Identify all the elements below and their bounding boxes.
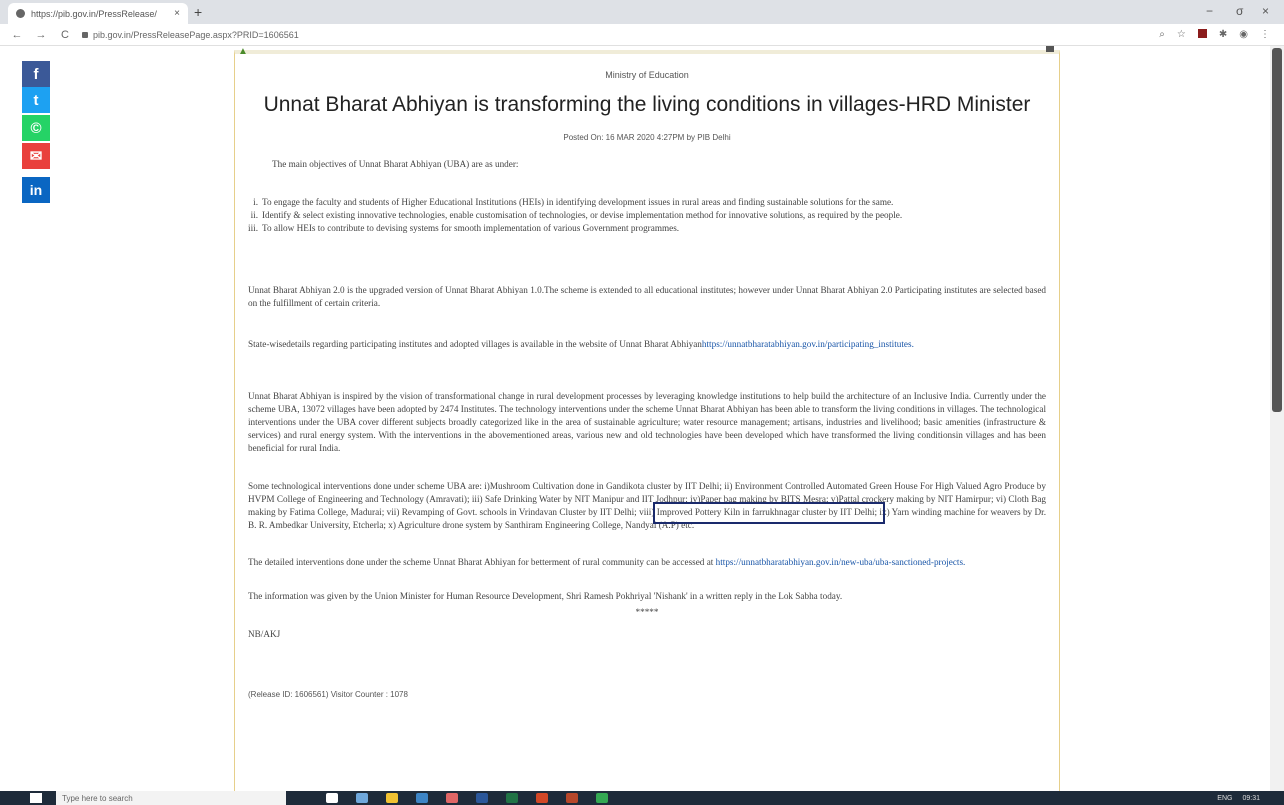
separator-stars: ***** — [635, 607, 659, 617]
tab-close-icon[interactable]: × — [174, 8, 180, 19]
detailed-paragraph: The detailed interventions done under th… — [248, 556, 1046, 569]
list-item: iii. To allow HEIs to contribute to devi… — [248, 222, 1046, 235]
pdf-extension-icon[interactable] — [1197, 29, 1207, 38]
file-explorer-icon[interactable] — [356, 793, 368, 803]
uba2-paragraph: Unnat Bharat Abhiyan 2.0 is the upgraded… — [248, 285, 1046, 308]
taskbar-search-field[interactable]: Type here to search — [56, 791, 286, 805]
acrobat-icon[interactable] — [566, 793, 578, 803]
address-bar: ← → C pib.gov.in/PressReleasePage.aspx?P… — [0, 24, 1284, 46]
page-title: Unnat Bharat Abhiyan is transforming the… — [263, 93, 1031, 116]
minimize-button[interactable]: − — [1206, 4, 1213, 18]
forward-button[interactable]: → — [34, 29, 48, 41]
list-number: i. — [253, 197, 258, 207]
font-size-icon[interactable]: ▲ — [238, 46, 248, 57]
folder-icon[interactable] — [386, 793, 398, 803]
posted-date: Posted On: 16 MAR 2020 4:27PM by PIB Del… — [563, 133, 731, 142]
clock[interactable]: 09:31 — [1242, 795, 1260, 802]
detailed-text: The detailed interventions done under th… — [248, 557, 714, 567]
word-icon[interactable] — [476, 793, 488, 803]
scrollbar-thumb[interactable] — [1272, 48, 1282, 412]
print-icon[interactable] — [1046, 46, 1054, 52]
interventions-paragraph: Some technological interventions done un… — [248, 481, 1046, 530]
taskbar-search-placeholder: Type here to search — [62, 793, 133, 803]
sanctioned-projects-link[interactable]: https://unnatbharatabhiyan.gov.in/new-ub… — [716, 557, 966, 567]
info-paragraph: The information was given by the Union M… — [248, 591, 843, 601]
back-button[interactable]: ← — [10, 29, 24, 41]
state-details-text: State-wisedetails regarding participatin… — [248, 339, 702, 349]
email-share-button[interactable]: ✉ — [22, 143, 50, 169]
extension-icons: ⌕ ☆ ✱ ◉ ⋮ — [1159, 29, 1270, 40]
edge-icon[interactable] — [416, 793, 428, 803]
list-item: i. To engage the faculty and students of… — [248, 196, 1046, 209]
twitter-share-button[interactable]: t — [22, 87, 50, 113]
tab-title: https://pib.gov.in/PressRelease/ — [31, 8, 157, 19]
new-tab-button[interactable]: + — [194, 4, 202, 20]
powerpoint-icon[interactable] — [536, 793, 548, 803]
state-details-paragraph: State-wisedetails regarding participatin… — [248, 338, 1046, 351]
whatsapp-icon: © — [30, 119, 42, 137]
task-view-icon[interactable] — [326, 793, 338, 803]
windows-start-icon[interactable] — [30, 793, 42, 803]
system-tray: ENG 09:31 — [1217, 791, 1260, 805]
bookmark-star-icon[interactable]: ☆ — [1177, 29, 1186, 40]
language-indicator[interactable]: ENG — [1217, 795, 1232, 802]
list-text: To allow HEIs to contribute to devising … — [262, 223, 680, 233]
list-number: ii. — [250, 210, 258, 220]
reload-button[interactable]: C — [58, 29, 72, 41]
objectives-intro: The main objectives of Unnat Bharat Abhi… — [272, 159, 519, 169]
linkedin-share-button[interactable]: in — [22, 177, 50, 203]
ministry-label: Ministry of Education — [605, 70, 689, 80]
browser-tab-bar: https://pib.gov.in/PressRelease/ × + − σ… — [0, 0, 1284, 24]
excel-icon[interactable] — [506, 793, 518, 803]
twitter-icon: t — [33, 91, 39, 109]
facebook-icon: f — [33, 65, 39, 83]
url-field[interactable]: pib.gov.in/PressReleasePage.aspx?PRID=16… — [82, 30, 299, 40]
browser-tab[interactable]: https://pib.gov.in/PressRelease/ × — [8, 3, 188, 24]
windows-taskbar: Type here to search ENG 09:31 — [0, 791, 1284, 805]
menu-kebab-icon[interactable]: ⋮ — [1260, 29, 1270, 40]
zoom-icon[interactable]: ⌕ — [1159, 29, 1165, 40]
lock-icon — [82, 31, 88, 38]
signoff: NB/AKJ — [248, 629, 281, 639]
list-item: ii. Identify & select existing innovativ… — [248, 209, 1046, 222]
objectives-list: i. To engage the faculty and students of… — [248, 196, 1046, 235]
store-icon[interactable] — [446, 793, 458, 803]
release-id: (Release ID: 1606561) Visitor Counter : … — [248, 690, 408, 699]
participating-institutes-link[interactable]: https://unnatbharatabhiyan.gov.in/partic… — [702, 339, 914, 349]
list-text: Identify & select existing innovative te… — [262, 210, 903, 220]
facebook-share-button[interactable]: f — [22, 61, 50, 87]
list-text: To engage the faculty and students of Hi… — [262, 197, 894, 207]
maximize-button[interactable]: σ — [1236, 4, 1243, 18]
close-window-button[interactable]: × — [1262, 4, 1269, 18]
list-number: iii. — [248, 223, 258, 233]
site-favicon-icon — [16, 9, 25, 18]
whatsapp-share-button[interactable]: © — [22, 115, 50, 141]
inspired-paragraph: Unnat Bharat Abhiyan is inspired by the … — [248, 391, 1047, 453]
url-text: pib.gov.in/PressReleasePage.aspx?PRID=16… — [93, 29, 299, 40]
email-icon: ✉ — [29, 148, 43, 165]
extensions-puzzle-icon[interactable]: ✱ — [1219, 29, 1227, 40]
profile-icon[interactable]: ◉ — [1239, 29, 1248, 40]
chrome-icon[interactable] — [596, 793, 608, 803]
linkedin-icon: in — [29, 182, 43, 198]
